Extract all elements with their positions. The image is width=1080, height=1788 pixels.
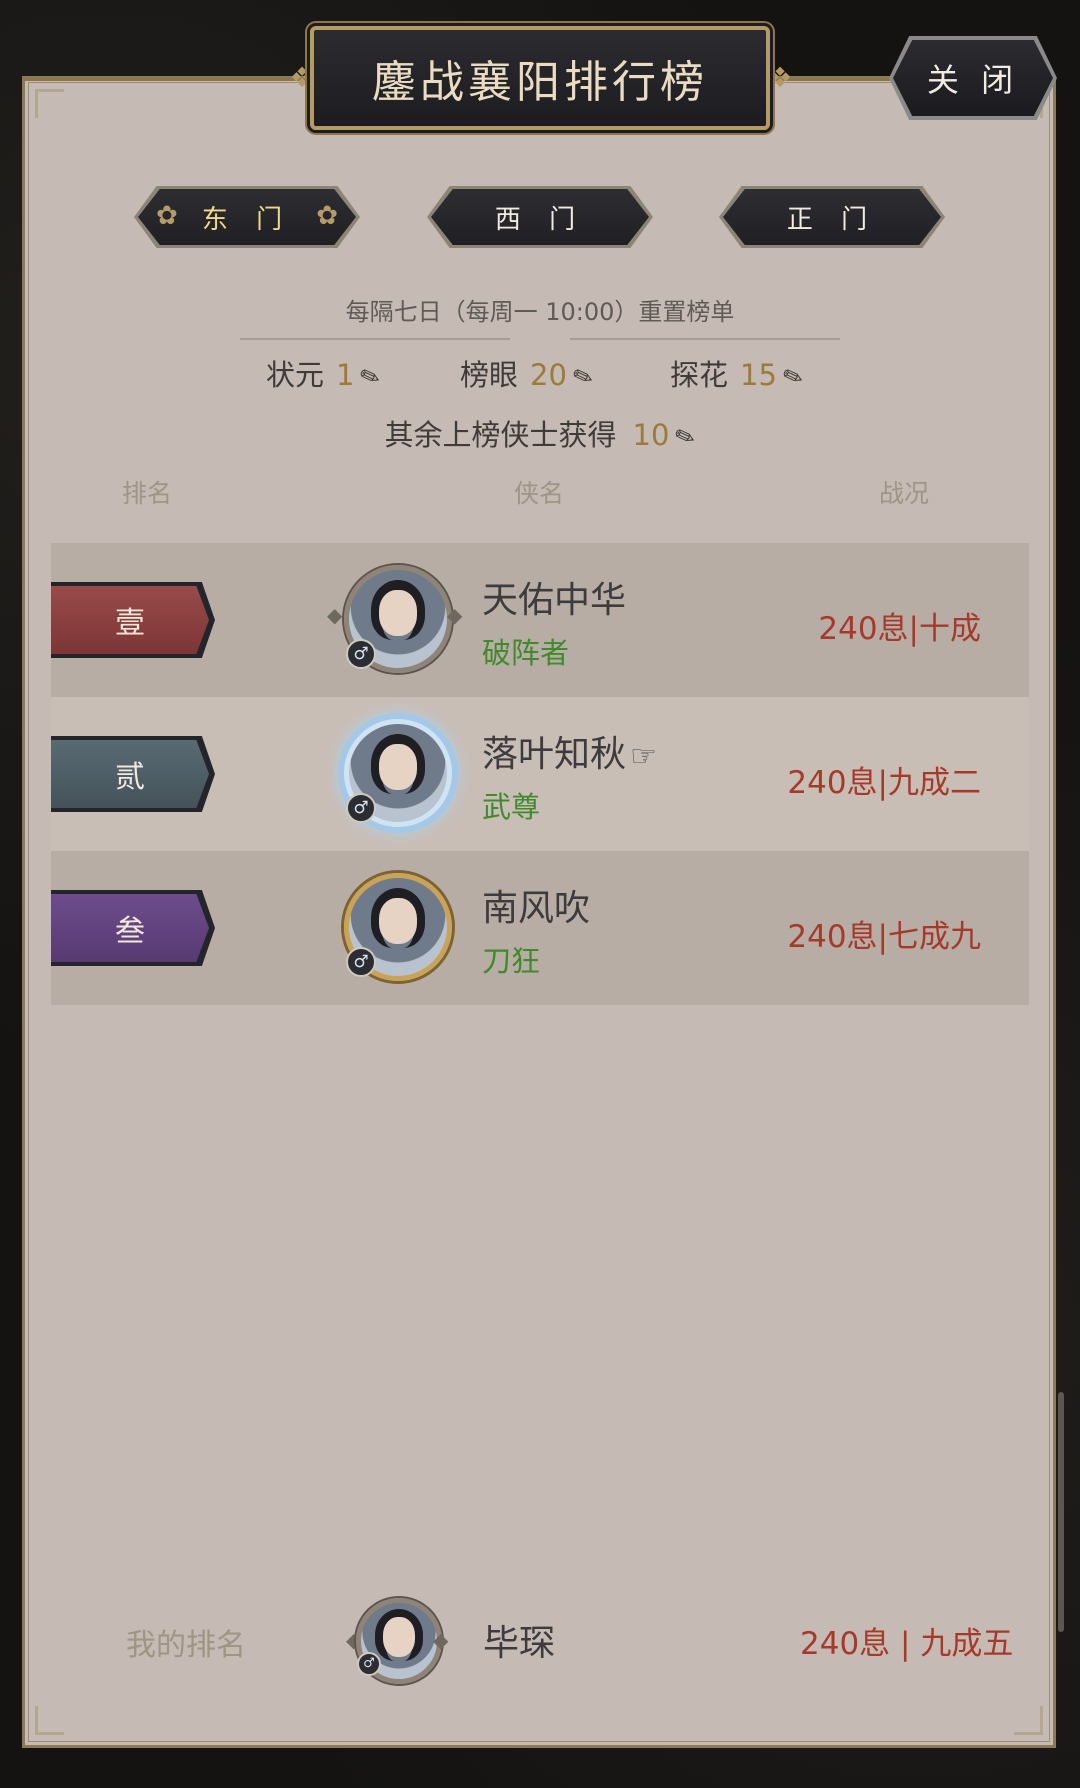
- note-divider-right: [570, 338, 840, 340]
- male-icon: ♂: [346, 947, 376, 977]
- reward-third: 探花 15✎: [670, 358, 808, 394]
- record: 240息|九成二: [787, 765, 981, 801]
- title-divider-left: [22, 78, 312, 81]
- record: 240息|十成: [818, 611, 981, 647]
- close-button[interactable]: 关 闭: [893, 40, 1053, 116]
- player-title: 刀狂: [482, 944, 541, 978]
- table-row[interactable]: 叁 ♂ 南风吹 刀狂 240息|七成九: [51, 851, 1029, 1005]
- scrollbar[interactable]: [1058, 1392, 1064, 1632]
- table-row[interactable]: 贰 ♂ 落叶知秋 ☞ 武尊 240息|九成二: [51, 697, 1029, 851]
- rank-badge: 壹: [51, 586, 209, 654]
- my-name: 毕琛: [483, 1623, 556, 1664]
- tab-main-gate[interactable]: 正 门: [723, 189, 941, 245]
- rank-badge: 贰: [51, 740, 209, 808]
- column-header-name: 侠名: [514, 479, 565, 508]
- avatar-ornament-icon: ◆: [327, 603, 343, 627]
- note-divider-left: [240, 338, 510, 340]
- reward-second: 榜眼 20✎: [460, 358, 598, 394]
- avatar-ornament-icon: ◆: [447, 603, 463, 627]
- close-button-label: 关 闭: [926, 61, 1020, 99]
- table-row[interactable]: 壹 ◆ ◆ ♂ 天佑中华 破阵者 240息|十成: [51, 543, 1029, 697]
- column-header-record: 战况: [879, 479, 930, 508]
- male-icon: ♂: [346, 793, 376, 823]
- tab-east-gate[interactable]: ✿ 东 门 ✿: [138, 189, 356, 245]
- player-title: 武尊: [482, 790, 541, 824]
- rest-reward: 其余上榜侠士获得 10✎: [384, 418, 700, 454]
- rank-badge: 叁: [51, 894, 209, 962]
- corner-ornament-icon: [35, 89, 64, 118]
- avatar-ornament-icon: ◆: [433, 1628, 449, 1652]
- male-icon: ♂: [346, 639, 376, 669]
- column-header-rank: 排名: [122, 479, 173, 508]
- corner-ornament-icon: [35, 1706, 64, 1735]
- tab-west-gate[interactable]: 西 门: [431, 189, 649, 245]
- reset-note: 每隔七日（每周一 10:00）重置榜单: [345, 298, 735, 326]
- tab-ornament-icon: ✿: [156, 201, 178, 231]
- player-name: 南风吹: [482, 888, 591, 929]
- tab-ornament-icon: ✿: [316, 201, 338, 231]
- page-title: 鏖战襄阳排行榜: [372, 57, 708, 108]
- pointing-hand-icon: ☞: [630, 739, 657, 774]
- player-title: 破阵者: [482, 636, 570, 670]
- rank-rewards: 状元 1✎ 榜眼 20✎ 探花 15✎: [0, 352, 1080, 398]
- tab-label: 东 门: [201, 204, 293, 235]
- feather-icon: ✎: [356, 360, 385, 394]
- player-name: 落叶知秋 ☞: [482, 734, 657, 775]
- my-record: 240息 | 九成五: [800, 1626, 1014, 1662]
- male-icon: ♂: [357, 1652, 381, 1676]
- feather-icon: ✎: [568, 360, 598, 394]
- my-rank-label: 我的排名: [126, 1628, 246, 1663]
- feather-icon: ✎: [671, 420, 700, 454]
- reward-first: 状元 1✎: [266, 358, 385, 394]
- player-name: 天佑中华: [482, 580, 627, 621]
- feather-icon: ✎: [778, 360, 808, 394]
- tab-label: 西 门: [494, 204, 586, 235]
- corner-ornament-icon: [1014, 1706, 1043, 1735]
- record: 240息|七成九: [787, 919, 981, 955]
- title-plaque: 鏖战襄阳排行榜: [310, 26, 770, 130]
- tab-label: 正 门: [786, 204, 878, 235]
